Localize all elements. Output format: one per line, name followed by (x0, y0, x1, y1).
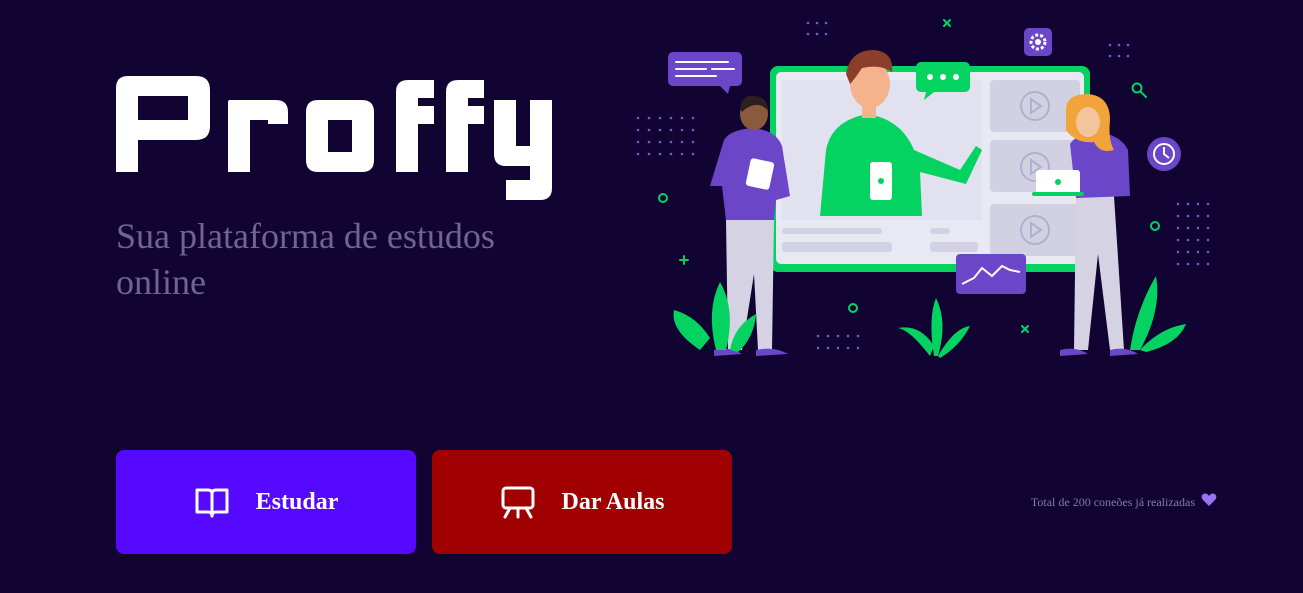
gear-icon (1024, 28, 1052, 56)
teach-button[interactable]: Dar Aulas (432, 450, 732, 554)
total-connections-text: Total de 200 coneões já realizadas (1030, 494, 1195, 509)
study-button[interactable]: Estudar (116, 450, 416, 554)
proffy-logo (116, 76, 552, 200)
landing-page: Sua plataforma de estudos online Estudar… (0, 0, 1303, 593)
chat-bubble-icon (668, 52, 742, 94)
hero-illustration (636, 19, 1210, 358)
clock-icon (1147, 137, 1181, 171)
tagline: Sua plataforma de estudos online (116, 216, 495, 302)
study-button-label: Estudar (255, 488, 339, 515)
dot-grid-icon (806, 21, 828, 36)
purple-heart-icon (1201, 493, 1217, 511)
presentation-board-icon (500, 485, 536, 519)
book-open-icon (194, 486, 230, 518)
teach-button-label: Dar Aulas (561, 488, 665, 515)
total-connections: Total de 200 coneões já realizadas (1031, 493, 1217, 511)
analytics-chart-icon (956, 254, 1026, 294)
